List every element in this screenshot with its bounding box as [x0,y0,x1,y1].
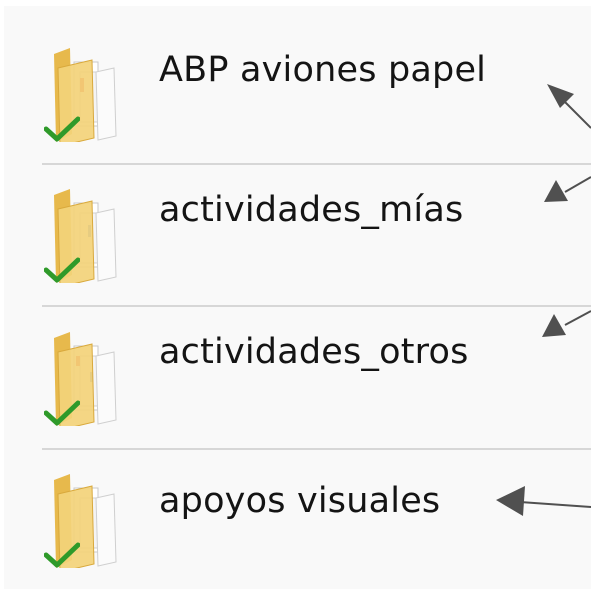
folder-name[interactable]: ABP aviones papel [159,50,486,90]
list-item[interactable]: apoyos visuales [4,434,591,576]
sync-check-icon [44,400,80,426]
sync-check-icon [44,116,80,142]
sync-check-icon [44,542,80,568]
list-item[interactable]: actividades_mías [4,149,591,291]
folder-name[interactable]: actividades_otros [159,332,469,372]
list-item[interactable]: actividades_otros [4,292,591,434]
folder-name[interactable]: apoyos visuales [159,481,440,521]
file-list-panel: ABP aviones papel actividades_mías activ… [0,0,591,589]
list-item[interactable]: ABP aviones papel [4,6,591,148]
folder-name[interactable]: actividades_mías [159,190,463,230]
sync-check-icon [44,257,80,283]
